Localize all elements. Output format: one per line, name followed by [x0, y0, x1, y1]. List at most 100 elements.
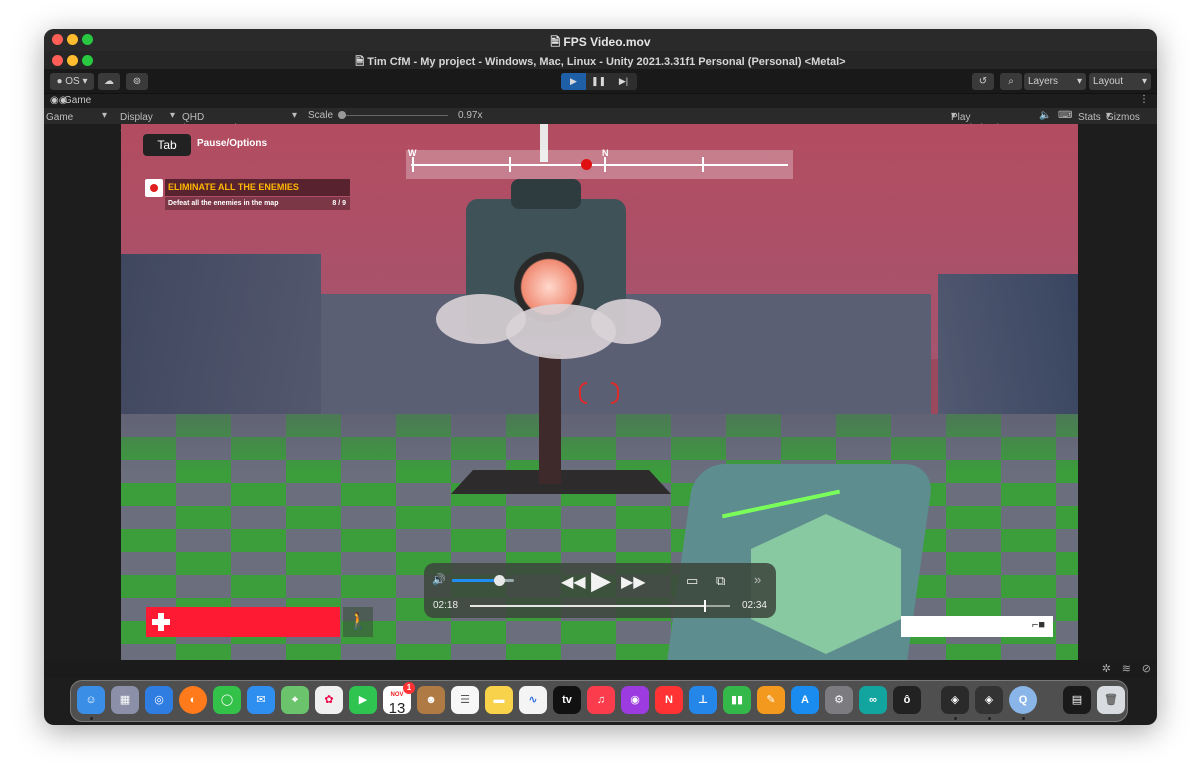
turret-top [511, 179, 581, 209]
scale-slider[interactable] [340, 115, 448, 116]
volume-knob[interactable] [493, 575, 505, 586]
running-indicator [90, 717, 93, 720]
reminders-icon[interactable]: ☰ [451, 686, 479, 714]
news-icon[interactable]: N [655, 686, 683, 714]
numbers-icon[interactable]: ▮▮ [723, 686, 751, 714]
apple-tv-icon[interactable]: tv [553, 686, 581, 714]
account-icon: ● [56, 76, 63, 87]
messages-icon[interactable]: ◯ [213, 686, 241, 714]
compass-tick [509, 157, 511, 172]
compass-tick [702, 157, 704, 172]
play-button[interactable]: ▶ [561, 73, 586, 90]
running-indicator [988, 717, 991, 720]
objective-description: Defeat all the enemies in the map 8 / 9 [165, 197, 350, 210]
compass-tick [412, 157, 414, 172]
finder-icon[interactable]: ☺ [77, 686, 105, 714]
app-store-icon[interactable]: A [791, 686, 819, 714]
unity-hub-icon[interactable]: ◈ [941, 686, 969, 714]
objective-count: 8 / 9 [332, 200, 346, 207]
safari-icon[interactable]: ◎ [145, 686, 173, 714]
pause-icon: ❚❚ [590, 76, 607, 86]
layers-stack-icon[interactable]: ≋ [1122, 662, 1131, 675]
calendar-icon[interactable]: NOV 13 1 [383, 682, 415, 716]
scrubber-fill [470, 605, 704, 607]
facetime-icon[interactable]: ▶ [349, 686, 377, 714]
godot-icon[interactable]: ô [893, 686, 921, 714]
volume-icon[interactable]: 🔊 [432, 573, 446, 586]
compass-north-label: N [602, 148, 609, 158]
quicktime-titlebar: 🗎 FPS Video.mov [44, 29, 1157, 51]
pip-button[interactable]: ⧉ [716, 573, 725, 589]
layers-dropdown[interactable]: Layers ▾ [1024, 73, 1086, 90]
airplay-button[interactable]: ▭ [686, 573, 698, 589]
keyboard-icon[interactable]: ⌨ [1058, 110, 1072, 121]
smoke-cloud [591, 299, 661, 344]
step-button[interactable]: ▶| [611, 73, 636, 90]
quicktime-icon[interactable]: Q [1009, 686, 1037, 714]
search-button[interactable]: ⌕ [1000, 73, 1022, 90]
unity-icon[interactable]: ◈ [975, 686, 1003, 714]
system-settings-icon[interactable]: ⚙ [825, 686, 853, 714]
volume-slider[interactable] [452, 575, 514, 586]
play-icon: ▶ [570, 76, 577, 86]
chevron-down-icon: ▾ [102, 110, 108, 121]
trash-icon[interactable]: 🗑 [1097, 686, 1125, 714]
health-bar [146, 607, 340, 637]
mail-icon[interactable]: ✉ [247, 686, 275, 714]
current-time: 02:18 [433, 600, 459, 611]
floor-shade [121, 414, 1078, 474]
play-button[interactable]: ▶ [591, 565, 611, 596]
pages-icon[interactable]: ✎ [757, 686, 785, 714]
scrubber-playhead[interactable] [704, 600, 706, 612]
layout-dropdown[interactable]: Layout ▾ [1089, 73, 1151, 90]
settings-icon: ⊚ [132, 76, 142, 87]
history-button[interactable]: ↺ [972, 73, 994, 90]
more-button[interactable]: » [754, 572, 761, 587]
keynote-icon[interactable]: ⊥ [689, 686, 717, 714]
chevron-down-icon: ▾ [292, 110, 298, 121]
collab-button[interactable]: ⊚ [126, 73, 148, 90]
podcasts-icon[interactable]: ◉ [621, 686, 649, 714]
firefox-icon[interactable]: ◐ [179, 686, 207, 714]
gizmos-dropdown[interactable]: Gizmos ▾ [1106, 110, 1140, 123]
health-cross-icon [152, 613, 170, 631]
photos-icon[interactable]: ✿ [315, 686, 343, 714]
maps-icon[interactable]: ⌖ [281, 686, 309, 714]
scale-slider-knob[interactable] [338, 111, 346, 119]
pause-button[interactable]: ❚❚ [586, 73, 611, 90]
compass-west-label: W [408, 148, 417, 158]
contacts-icon[interactable]: ☻ [417, 686, 445, 714]
airplay-icon: ▭ [686, 573, 699, 588]
running-indicator [1022, 717, 1025, 720]
speaker-icon[interactable]: 🔈 [1039, 110, 1051, 121]
chevron-down-icon: ▾ [1076, 76, 1082, 87]
launchpad-icon[interactable]: ▦ [111, 686, 139, 714]
rewind-button[interactable]: ◀◀ [561, 572, 586, 592]
pause-options-label: Pause/Options [197, 138, 268, 149]
cloud-button[interactable]: ☁ [98, 73, 120, 90]
freeform-icon[interactable]: ∿ [519, 686, 547, 714]
compass-line [411, 164, 788, 166]
play-icon: ▶ [591, 565, 611, 595]
macos-dock: ☺ ▦ ◎ ◐ ◯ ✉ ⌖ ✿ ▶ NOV 13 1 ☻ ☰ ▬ ∿ tv ♫ … [70, 680, 1128, 722]
volume-fill [452, 579, 499, 582]
notification-badge: 1 [403, 682, 415, 694]
running-indicator [954, 717, 957, 720]
arduino-icon[interactable]: ∞ [859, 686, 887, 714]
notes-icon[interactable]: ▬ [485, 686, 513, 714]
music-icon[interactable]: ♫ [587, 686, 615, 714]
document-stack-icon[interactable]: ▤ [1063, 686, 1091, 714]
unity-titlebar: 🗎 Tim CfM - My project - Windows, Mac, L… [44, 51, 1157, 69]
turret-pole [539, 354, 561, 484]
bug-icon[interactable]: ✲ [1102, 662, 1111, 675]
check-circle-icon[interactable]: ⊘ [1142, 662, 1151, 675]
enemy-marker-icon [581, 159, 592, 170]
fast-forward-button[interactable]: ▶▶ [621, 572, 646, 592]
game-tab[interactable]: ◉◉ Game ⋮ [44, 94, 1157, 108]
play-mode-dropdown[interactable]: Play Maximized ▾ [951, 110, 999, 134]
left-wall [121, 254, 321, 434]
account-dropdown[interactable]: ● OS ▾ [50, 73, 94, 90]
kebab-menu-icon[interactable]: ⋮ [1139, 94, 1149, 105]
history-icon: ↺ [978, 76, 988, 87]
scrubber[interactable] [470, 600, 730, 612]
